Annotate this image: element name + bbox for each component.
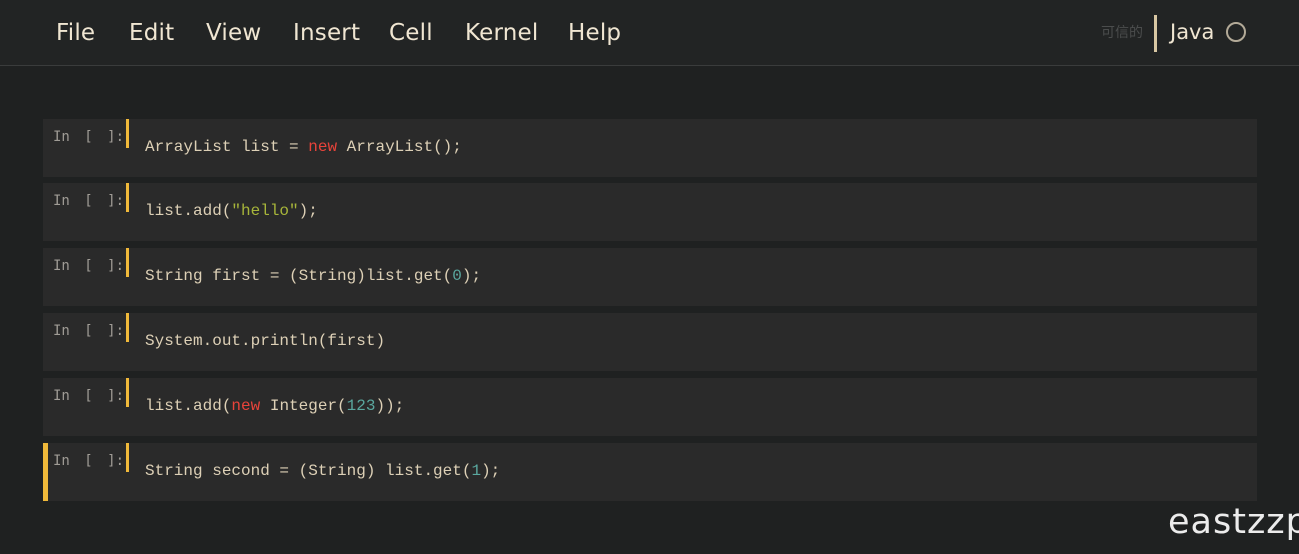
code-cell[interactable]: In [ ]: list.add("hello"); (43, 183, 1257, 241)
input-prompt: In [ ]: (53, 388, 125, 404)
code-token: 123 (346, 397, 376, 415)
menu-edit[interactable]: Edit (129, 20, 174, 46)
code-token: list.add( (145, 202, 232, 220)
selected-cell-indicator (43, 443, 48, 501)
code-cell[interactable]: In [ ]: list.add(new Integer(123)); (43, 378, 1257, 436)
input-prompt: In [ ]: (53, 258, 125, 274)
code-token: ); (461, 267, 482, 285)
prompt-accent-bar (126, 443, 129, 472)
code-token: = (289, 138, 299, 156)
code-token: "hello" (231, 202, 299, 220)
prompt-accent-bar (126, 248, 129, 277)
input-prompt: In [ ]: (53, 129, 125, 145)
input-prompt: In [ ]: (53, 453, 125, 469)
code-token: String second = (String) list.get( (145, 462, 472, 480)
input-prompt: In [ ]: (53, 323, 125, 339)
code-token: ArrayList list (145, 138, 290, 156)
prompt-accent-bar (126, 119, 129, 148)
watermark: eastzzp (1168, 502, 1299, 542)
code-input[interactable]: String second = (String) list.get(1); (145, 462, 500, 480)
prompt-accent-bar (126, 313, 129, 342)
menu-bar: File Edit View Insert Cell Kernel Help 可… (0, 0, 1299, 66)
menu-help[interactable]: Help (568, 20, 621, 46)
menu-insert[interactable]: Insert (293, 20, 360, 46)
code-token: ArrayList(); (337, 138, 462, 156)
code-token: 0 (452, 267, 462, 285)
code-token: System.out.println(first) (145, 332, 386, 350)
menu-cell[interactable]: Cell (389, 20, 433, 46)
code-input[interactable]: ArrayList list = new ArrayList(); (145, 138, 462, 156)
code-token: String first = (String)list.get( (145, 267, 453, 285)
code-input[interactable]: System.out.println(first) (145, 332, 385, 350)
code-input[interactable]: list.add("hello"); (145, 202, 318, 220)
menu-view[interactable]: View (206, 20, 261, 46)
code-token: Integer( (260, 397, 347, 415)
menu-kernel[interactable]: Kernel (465, 20, 538, 46)
code-cell[interactable]: In [ ]: ArrayList list = new ArrayList(); (43, 119, 1257, 177)
code-token: new (308, 138, 338, 156)
prompt-accent-bar (126, 378, 129, 407)
code-token: ); (481, 462, 501, 480)
input-prompt: In [ ]: (53, 193, 125, 209)
code-token: ); (298, 202, 318, 220)
code-token: list.add( (145, 397, 232, 415)
code-input[interactable]: String first = (String)list.get(0); (145, 267, 481, 285)
code-token: new (231, 397, 261, 415)
code-token: )); (375, 397, 405, 415)
kernel-name[interactable]: Java (1170, 20, 1214, 44)
code-cell[interactable]: In [ ]: String first = (String)list.get(0… (43, 248, 1257, 306)
prompt-accent-bar (126, 183, 129, 212)
trusted-indicator[interactable]: 可信的 (1101, 22, 1143, 42)
menu-file[interactable]: File (56, 20, 95, 46)
kernel-divider (1154, 15, 1157, 52)
kernel-idle-icon (1226, 22, 1246, 42)
code-cell[interactable]: In [ ]: String second = (String) list.get… (43, 443, 1257, 501)
code-cell[interactable]: In [ ]: System.out.println(first) (43, 313, 1257, 371)
code-token: 1 (471, 462, 482, 480)
code-input[interactable]: list.add(new Integer(123)); (145, 397, 404, 415)
